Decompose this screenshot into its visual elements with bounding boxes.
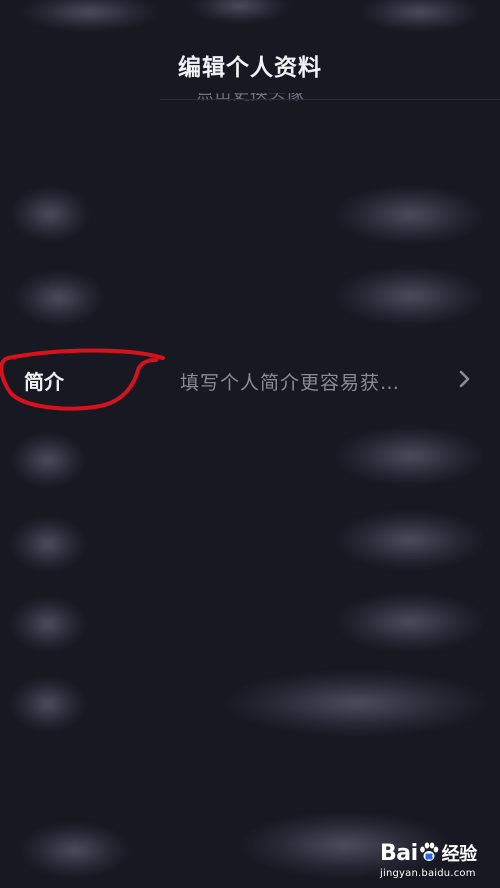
edit-profile-screen: 编辑个人资料 点击更换头像 简介 填写个人简介更容易获… Bai 经验 jing… [0,0,500,888]
blurred-value-5 [335,592,485,652]
watermark-brand-right: 经验 [441,844,478,865]
blurred-value-2 [335,266,485,326]
watermark-brand: Bai 经验 [380,840,477,866]
blurred-label-3 [10,432,86,488]
header-divider [160,99,500,100]
blurred-value-4 [335,510,485,570]
blurred-value-3 [335,426,485,486]
blurred-label-5 [10,596,86,652]
paw-icon [419,842,438,861]
chevron-right-icon [459,370,470,388]
bio-label: 简介 [24,370,64,394]
baidu-jingyan-watermark: Bai 经验 jingyan.baidu.com [380,838,498,884]
watermark-url: jingyan.baidu.com [380,868,476,879]
page-title: 编辑个人资料 [178,55,322,81]
blurred-label-1 [10,186,90,242]
change-avatar-link[interactable]: 点击更换头像 [150,93,350,107]
blurred-label-6 [10,676,86,732]
blurred-value-1 [335,185,485,245]
top-bar: 编辑个人资料 点击更换头像 [0,0,500,104]
blurred-label-7 [20,822,130,878]
bio-row[interactable]: 简介 填写个人简介更容易获… [0,352,500,408]
blurred-label-4 [10,516,86,572]
blurred-label-2 [14,270,104,326]
bio-placeholder: 填写个人简介更容易获… [180,372,401,394]
watermark-brand-left: Bai [380,841,418,866]
blurred-value-6 [225,670,490,736]
